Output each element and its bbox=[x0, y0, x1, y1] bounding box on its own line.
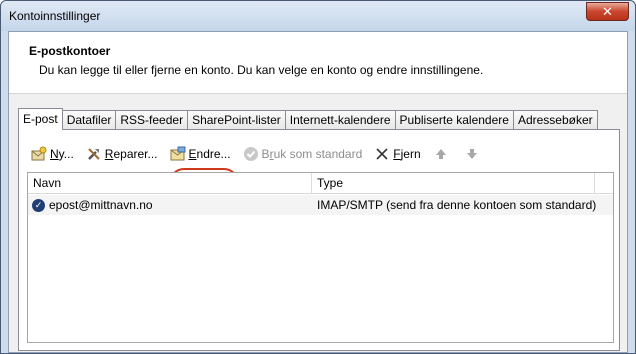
tab-internet-calendars[interactable]: Internett-kalendere bbox=[284, 110, 396, 130]
checkmark-icon bbox=[243, 146, 259, 162]
set-default-button[interactable]: Br uk som standard bbox=[239, 143, 367, 165]
section-title: E-postkontoer bbox=[29, 44, 111, 58]
tab-address-books[interactable]: Adressebøker bbox=[512, 110, 598, 130]
remove-button-label: jern bbox=[400, 147, 421, 161]
column-header-filler bbox=[595, 173, 613, 193]
account-type: IMAP/SMTP (send fra denne kontoen som st… bbox=[317, 198, 597, 212]
remove-x-icon bbox=[374, 146, 390, 162]
tab-data-files[interactable]: Datafiler bbox=[61, 110, 117, 130]
change-button-mnemonic: E bbox=[188, 147, 197, 161]
new-account-button[interactable]: Ny... bbox=[27, 143, 78, 165]
column-header-name[interactable]: Navn bbox=[28, 173, 312, 193]
remove-button[interactable]: Fjern bbox=[370, 143, 424, 165]
default-account-check-icon: ✓ bbox=[32, 198, 45, 212]
new-button-label: y... bbox=[58, 147, 74, 161]
new-button-mnemonic: N bbox=[50, 147, 59, 161]
repair-button-label: eparer... bbox=[113, 147, 158, 161]
tab-strip: E-post Datafiler RSS-feeder SharePoint-l… bbox=[18, 108, 598, 130]
accounts-list: Navn Type ✓ epost@mittnavn.no IMAP/SMTP … bbox=[27, 172, 614, 343]
account-settings-window: Kontoinnstillinger ✕ E-postkontoer Du ka… bbox=[0, 0, 636, 354]
new-account-icon bbox=[31, 146, 47, 162]
change-button[interactable]: Endre... bbox=[166, 143, 235, 165]
default-button-label: uk som standard bbox=[273, 147, 363, 161]
move-down-button[interactable] bbox=[460, 143, 487, 165]
repair-button-mnemonic: R bbox=[104, 147, 114, 161]
account-row[interactable]: ✓ epost@mittnavn.no IMAP/SMTP (send fra … bbox=[28, 195, 613, 215]
account-name-cell: ✓ epost@mittnavn.no bbox=[28, 195, 312, 215]
window-title: Kontoinnstillinger bbox=[9, 9, 101, 23]
header-band: E-postkontoer Du kan legge til eller fje… bbox=[9, 32, 627, 94]
account-toolbar: Ny... Reparer... E ndre... B r uk som st… bbox=[27, 142, 491, 166]
remove-button-mnemonic: F bbox=[393, 147, 401, 161]
tab-email[interactable]: E-post bbox=[18, 108, 63, 130]
change-button-label: ndre... bbox=[196, 147, 231, 161]
account-name: epost@mittnavn.no bbox=[49, 198, 153, 212]
tab-sharepoint-lists[interactable]: SharePoint-lister bbox=[187, 110, 286, 130]
default-button-label-pre: B bbox=[261, 147, 270, 161]
list-header: Navn Type bbox=[28, 173, 613, 194]
arrow-up-icon bbox=[433, 146, 449, 162]
column-header-type[interactable]: Type bbox=[312, 173, 595, 193]
email-tab-panel: Ny... Reparer... E ndre... B r uk som st… bbox=[18, 129, 620, 351]
tab-published-calendars[interactable]: Publiserte kalendere bbox=[394, 110, 514, 130]
move-up-button[interactable] bbox=[429, 143, 456, 165]
dialog-client-area: E-postkontoer Du kan legge til eller fje… bbox=[8, 31, 628, 353]
repair-button[interactable]: Reparer... bbox=[82, 143, 162, 165]
section-description: Du kan legge til eller fjerne en konto. … bbox=[39, 63, 484, 77]
tab-rss-feeds[interactable]: RSS-feeder bbox=[115, 110, 189, 130]
repair-icon bbox=[86, 146, 102, 162]
title-bar[interactable]: Kontoinnstillinger ✕ bbox=[1, 1, 635, 31]
close-button[interactable]: ✕ bbox=[586, 2, 629, 21]
change-icon bbox=[170, 146, 186, 162]
arrow-down-icon bbox=[464, 146, 480, 162]
